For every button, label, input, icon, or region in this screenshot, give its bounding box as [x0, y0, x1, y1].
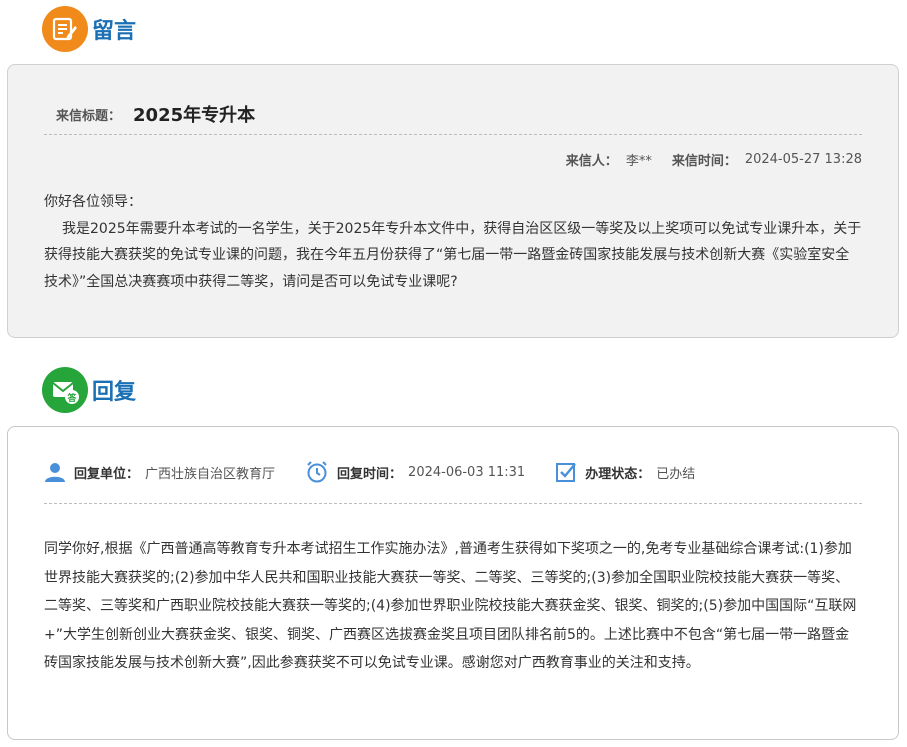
message-greeting: 你好各位领导： — [44, 194, 142, 210]
reply-meta: 回复单位： 广西壮族自治区教育厅 回复时间： 2024-06-03 11:31 … — [44, 460, 862, 484]
message-time-label: 来信时间： — [671, 154, 737, 169]
message-time-value: 2024-05-27 13:28 — [744, 152, 862, 167]
user-icon — [45, 463, 65, 482]
message-content: 我是2025年需要升本考试的一名学生，关于2025年专升本文件中，获得自治区区级… — [44, 220, 862, 290]
reply-time-label: 回复时间： — [337, 466, 403, 482]
reply-unit-value: 广西壮族自治区教育厅 — [145, 466, 276, 482]
message-subject: 来信标题： 2025年专升本 — [56, 101, 255, 127]
reply-time: 回复时间： 2024-06-03 11:31 — [305, 460, 525, 484]
checkbox-icon — [556, 463, 577, 482]
reply-body: 同学你好,根据《广西普通高等教育专升本考试招生工作实施办法》,普通考生获得如下奖… — [44, 535, 862, 678]
reply-section-title: 回复 — [92, 379, 137, 405]
subject-value: 2025年专升本 — [133, 105, 256, 126]
message-body: 你好各位领导： 我是2025年需要升本考试的一名学生，关于2025年专升本文件中… — [44, 189, 862, 295]
message-section-title: 留言 — [92, 18, 137, 44]
reply-status-label: 办理状态： — [585, 466, 651, 482]
reply-unit: 回复单位： 广西壮族自治区教育厅 — [44, 461, 275, 483]
message-section-header: 留言 — [42, 6, 136, 52]
sender-value: 李** — [625, 154, 652, 169]
message-edit-icon — [42, 6, 88, 52]
svg-text:答: 答 — [66, 392, 77, 404]
message-card: 来信标题： 2025年专升本 来信人： 李** 来信时间： 2024-05-27… — [7, 64, 899, 338]
reply-unit-label: 回复单位： — [74, 466, 140, 482]
reply-time-value: 2024-06-03 11:31 — [408, 464, 526, 480]
divider — [44, 503, 862, 504]
message-meta: 来信人： 李** 来信时间： 2024-05-27 13:28 — [566, 150, 862, 169]
reply-content: 同学你好,根据《广西普通高等教育专升本考试招生工作实施办法》,普通考生获得如下奖… — [44, 541, 857, 671]
reply-mail-icon: 答 — [42, 367, 88, 413]
alarm-clock-icon — [307, 461, 327, 483]
subject-label: 来信标题： — [56, 108, 122, 124]
reply-card: 回复单位： 广西壮族自治区教育厅 回复时间： 2024-06-03 11:31 … — [7, 426, 899, 740]
divider — [44, 134, 862, 135]
reply-status: 办理状态： 已办结 — [555, 461, 695, 483]
reply-status-value: 已办结 — [656, 466, 696, 482]
reply-section-header: 答 回复 — [42, 367, 136, 413]
sender-label: 来信人： — [565, 154, 618, 169]
